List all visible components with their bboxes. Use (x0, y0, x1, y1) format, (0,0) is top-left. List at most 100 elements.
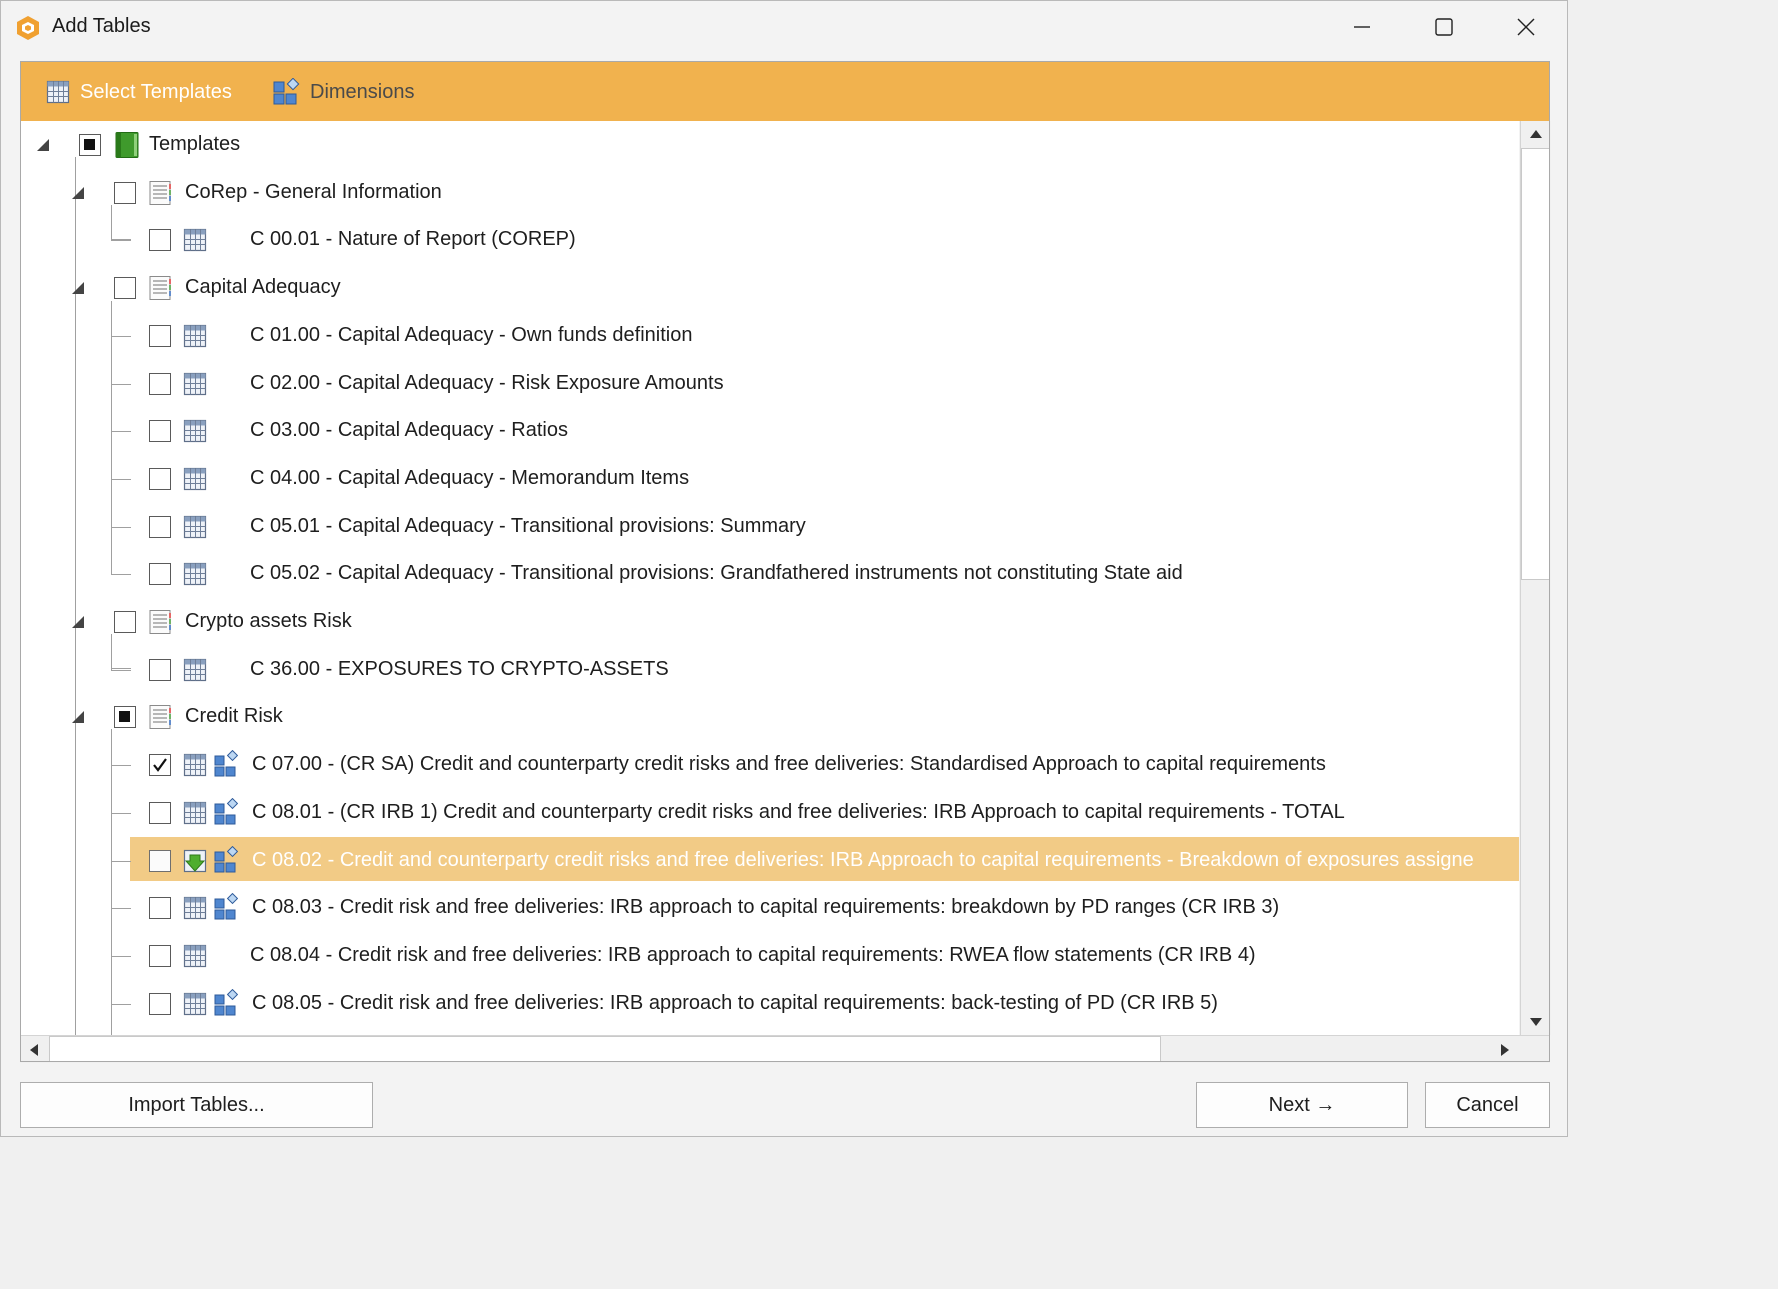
table-grid-icon (183, 944, 207, 967)
tree-checkbox[interactable] (114, 611, 136, 633)
tree-checkbox[interactable] (149, 801, 171, 824)
tree-checkbox[interactable] (114, 181, 136, 204)
vertical-scroll-thumb[interactable] (1521, 148, 1550, 580)
dimensions-icon (214, 750, 238, 777)
template-group-icon (149, 276, 171, 301)
templates-tree: Templates CoRep - General Information C 00… (20, 121, 1519, 1035)
tree-connector-line (111, 765, 131, 767)
import-tables-button[interactable]: Import Tables... (20, 1082, 373, 1128)
tree-checkbox[interactable] (79, 134, 101, 156)
table-grid-icon (46, 80, 70, 104)
scroll-up-button[interactable] (1521, 121, 1551, 147)
maximize-icon (1435, 18, 1453, 36)
scroll-right-button[interactable] (1490, 1036, 1520, 1063)
scroll-up-arrow-icon (1530, 130, 1542, 138)
dimensions-icon (214, 797, 238, 825)
tree-checkbox[interactable] (149, 944, 171, 967)
collapse-arrow-icon (72, 616, 84, 628)
tree-connector-line (111, 729, 112, 1035)
tree-connector-line (111, 205, 112, 241)
tree-connector-line (111, 431, 131, 433)
tree-connector-line (111, 526, 131, 528)
tree-item-label: C 08.05 - Credit risk and free deliverie… (252, 991, 1218, 1014)
tree-item-label: C 08.01 - (CR IRB 1) Credit and counterp… (252, 800, 1345, 823)
tree-checkbox[interactable] (149, 897, 171, 920)
tree-connector-line (111, 335, 131, 337)
horizontal-scroll-thumb[interactable] (49, 1036, 1161, 1062)
tree-checkbox[interactable] (149, 849, 171, 872)
table-grid-icon (183, 897, 207, 920)
tree-connector-line (111, 955, 131, 957)
table-grid-icon (183, 992, 207, 1015)
scroll-down-button[interactable] (1521, 1009, 1551, 1035)
tree-checkbox[interactable] (149, 563, 171, 586)
select-templates-tab[interactable]: Select Templates (46, 76, 232, 108)
tree-connector-line (111, 478, 131, 480)
wizard-toolbar: Select Templates Dimensions (20, 61, 1550, 121)
scroll-left-button[interactable] (20, 1036, 48, 1063)
dimensions-tab[interactable]: Dimensions (272, 76, 414, 108)
tree-item-label: C 01.00 - Capital Adequacy - Own funds d… (250, 323, 693, 346)
tree-item-label: C 08.02 - Credit and counterparty credit… (252, 848, 1474, 871)
tree-connector-line (111, 908, 131, 910)
tree-checkbox[interactable] (149, 515, 171, 538)
table-grid-icon (183, 467, 207, 490)
tree-item-label: C 08.04 - Credit risk and free deliverie… (250, 943, 1256, 966)
tree-item-label: C 00.01 - Nature of Report (COREP) (250, 228, 576, 251)
tree-checkbox[interactable] (149, 372, 171, 395)
tree-group-label: Crypto assets Risk (185, 610, 352, 632)
horizontal-scrollbar[interactable] (20, 1035, 1550, 1063)
dimensions-label: Dimensions (310, 80, 415, 103)
tree-checkbox[interactable] (149, 992, 171, 1015)
dimensions-icon (273, 78, 300, 105)
tree-connector-line (111, 574, 131, 576)
close-button[interactable] (1485, 1, 1567, 53)
cancel-button[interactable]: Cancel (1425, 1082, 1550, 1128)
tree-item-label: C 08.03 - Credit risk and free deliverie… (252, 896, 1280, 919)
tree-checkbox[interactable] (149, 229, 171, 252)
tree-item-label: C 02.00 - Capital Adequacy - Risk Exposu… (250, 371, 724, 394)
tree-root-label: Templates (149, 133, 241, 155)
minimize-button[interactable] (1321, 1, 1403, 53)
tree-group-label: Credit Risk (185, 705, 283, 728)
collapse-arrow-icon (72, 282, 84, 295)
scroll-right-arrow-icon (1501, 1043, 1509, 1056)
app-logo-icon (17, 16, 39, 40)
tree-checkbox[interactable] (114, 706, 136, 729)
tree-checkbox[interactable] (149, 467, 171, 490)
tree-group-label: Capital Adequacy (185, 276, 341, 299)
window-title: Add Tables (52, 15, 151, 37)
collapse-arrow-icon (72, 186, 84, 199)
tree-connector-line (111, 301, 112, 575)
title-bar: Add Tables (1, 1, 1567, 53)
maximize-button[interactable] (1403, 1, 1485, 53)
tree-checkbox[interactable] (149, 324, 171, 347)
tree-item-label: C 04.00 - Capital Adequacy - Memorandum … (250, 466, 690, 489)
tree-connector-line (111, 1003, 131, 1005)
tree-connector-line (111, 383, 131, 385)
table-grid-icon (183, 324, 207, 347)
table-grid-icon (183, 420, 207, 443)
add-tables-dialog: Add Tables Select Templates Dimensions T… (0, 0, 1568, 1137)
tree-connector-line (111, 860, 131, 862)
close-icon (1517, 18, 1535, 36)
tree-checkbox[interactable] (149, 754, 171, 777)
tree-item-label: C 07.00 - (CR SA) Credit and counterpart… (252, 753, 1326, 776)
download-table-icon (183, 849, 207, 872)
collapse-arrow-icon (72, 711, 84, 724)
dimensions-icon (214, 893, 238, 920)
vertical-scrollbar[interactable] (1520, 121, 1551, 1035)
table-grid-icon (183, 753, 207, 777)
next-button[interactable]: Next → (1196, 1082, 1408, 1128)
tree-connector-line (111, 812, 131, 814)
scroll-left-arrow-icon (30, 1043, 38, 1056)
table-grid-icon (183, 229, 207, 252)
tree-connector-line (111, 240, 131, 242)
table-grid-icon (183, 372, 207, 395)
tree-checkbox[interactable] (114, 277, 136, 300)
tree-checkbox[interactable] (149, 658, 171, 681)
tree-connector-line (111, 669, 131, 671)
select-templates-label: Select Templates (80, 80, 232, 103)
tree-checkbox[interactable] (149, 420, 171, 443)
templates-book-icon (115, 132, 139, 158)
